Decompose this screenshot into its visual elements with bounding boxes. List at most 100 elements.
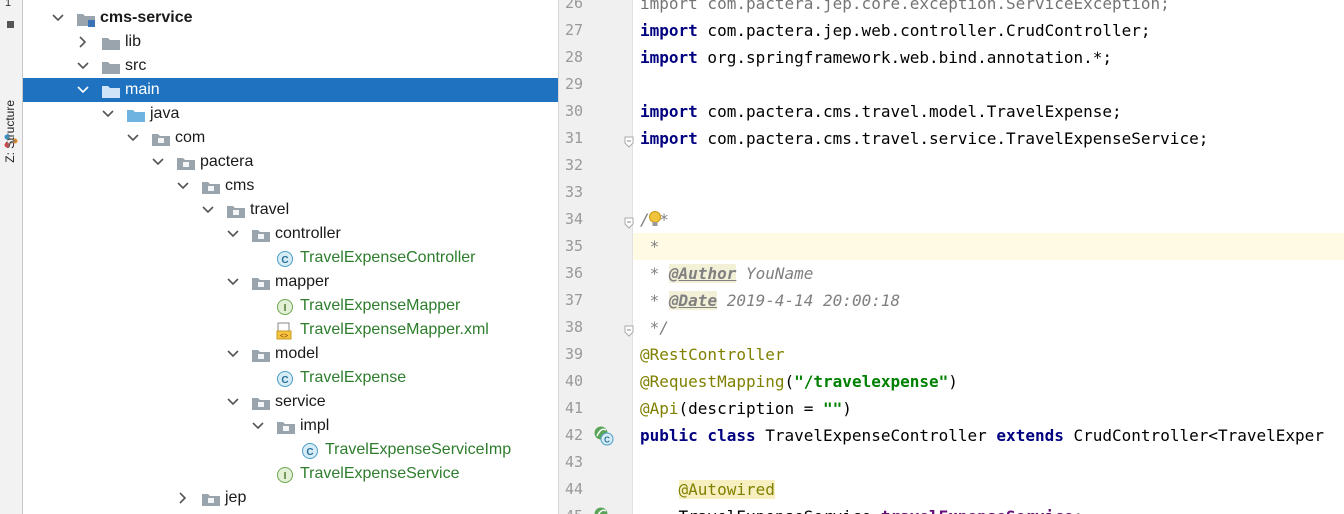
annotation: @Autowired — [678, 480, 775, 499]
tree-node-cms-service[interactable]: cms-service — [23, 6, 558, 30]
code-line[interactable]: * — [640, 233, 660, 260]
chevron-down-icon[interactable] — [199, 198, 215, 222]
code-text: org.springframework.web.bind.annotation.… — [697, 48, 1113, 67]
tree-node-lib[interactable]: lib — [23, 30, 558, 54]
tree-node-impl[interactable]: impl — [23, 414, 558, 438]
tree-node-label: main — [125, 81, 160, 98]
code-line[interactable]: */ — [640, 314, 669, 341]
interface-icon: I — [276, 294, 296, 318]
tree-node-travelexpenseserviceimp[interactable]: C TravelExpenseServiceImp — [23, 438, 558, 462]
project-tree: cms-service lib src main java com pactera cms tr… — [23, 0, 558, 514]
tree-node-main[interactable]: main — [23, 78, 558, 102]
line-number: 37 — [564, 291, 583, 309]
string-literal: "" — [823, 399, 843, 418]
tree-node-mapper[interactable]: mapper — [23, 270, 558, 294]
package-icon — [201, 486, 221, 510]
tree-node-jep[interactable]: jep — [23, 486, 558, 510]
chevron-down-icon[interactable] — [224, 342, 240, 366]
code-line[interactable]: import org.springframework.web.bind.anno… — [640, 44, 1112, 71]
chevron-down-icon[interactable] — [124, 126, 140, 150]
chevron-down-icon[interactable] — [99, 102, 115, 126]
tree-node-travelexpensecontroller[interactable]: C TravelExpenseController — [23, 246, 558, 270]
code-text: com.pactera.cms.travel.model.TravelExpen… — [697, 102, 1122, 121]
code-line[interactable]: * @Author YouName — [640, 260, 813, 287]
chevron-down-icon[interactable] — [224, 270, 240, 294]
tree-node-service[interactable]: service — [23, 390, 558, 414]
tree-node-label: src — [125, 57, 147, 74]
project-tab-label: 1 — [5, 0, 12, 9]
code-text: ( — [784, 372, 795, 391]
package-icon — [176, 150, 196, 174]
package-icon — [276, 414, 296, 438]
chevron-down-icon[interactable] — [149, 150, 165, 174]
chevron-down-icon[interactable] — [74, 54, 90, 78]
code-line[interactable]: import com.pactera.jep.web.controller.Cr… — [640, 17, 1151, 44]
line-number: 44 — [564, 480, 583, 498]
annotation: @RestController — [640, 345, 785, 364]
line-number: 33 — [564, 183, 583, 201]
tree-node-travelexpenseservice[interactable]: I TravelExpenseService — [23, 462, 558, 486]
tree-node-src[interactable]: src — [23, 54, 558, 78]
tree-node-cms[interactable]: cms — [23, 174, 558, 198]
tree-node-com[interactable]: com — [23, 126, 558, 150]
spring-bean-icon[interactable]: C — [593, 425, 615, 447]
keyword: import — [640, 48, 698, 67]
tree-node-travelexpense[interactable]: C TravelExpense — [23, 366, 558, 390]
code-editor[interactable]: 26 27 28 29 30 31 32 33 34 35 36 37 38 39 40 41 42 43 44 45… — [558, 0, 1344, 514]
line-number: 30 — [564, 102, 583, 120]
code-line[interactable]: * @Date 2019-4-14 20:00:18 — [640, 287, 900, 314]
code-line[interactable]: @Autowired — [640, 476, 775, 503]
fold-marker-icon[interactable] — [623, 214, 635, 229]
tree-node-java[interactable]: java — [23, 102, 558, 126]
code-line[interactable]: import com.pactera.cms.travel.model.Trav… — [640, 98, 1122, 125]
chevron-down-icon[interactable] — [224, 390, 240, 414]
keyword: import — [640, 102, 698, 121]
chevron-down-icon[interactable] — [49, 6, 65, 30]
project-tab-marker[interactable]: 1 — [5, 0, 16, 10]
code-line[interactable]: @RequestMapping("/travelexpense") — [640, 368, 958, 395]
line-number: 36 — [564, 264, 583, 282]
code-line[interactable]: import com.pactera.jep.core.exception.Se… — [640, 0, 1170, 17]
tree-node-travel[interactable]: travel — [23, 198, 558, 222]
folder-icon — [101, 78, 121, 102]
string-literal: "/travelexpense" — [794, 372, 949, 391]
svg-text:C: C — [281, 375, 288, 386]
code-line[interactable]: TravelExpenseService travelExpenseServic… — [640, 503, 1084, 514]
tree-node-label: model — [275, 345, 319, 362]
tree-node-label: impl — [300, 417, 330, 434]
code-line[interactable]: public class TravelExpenseController ext… — [640, 422, 1324, 449]
chevron-down-icon[interactable] — [174, 174, 190, 198]
chevron-down-icon[interactable] — [74, 78, 90, 102]
package-icon — [201, 174, 221, 198]
chevron-right-icon[interactable] — [174, 486, 190, 510]
code-text: import com.pactera.jep.core.exception.Se… — [640, 0, 1170, 13]
keyword: public class — [640, 426, 756, 445]
tree-node-model[interactable]: model — [23, 342, 558, 366]
fold-marker-icon[interactable] — [623, 133, 635, 148]
tree-node-pactera[interactable]: pactera — [23, 150, 558, 174]
tree-node-label: java — [150, 105, 180, 122]
code-line[interactable]: @RestController — [640, 341, 785, 368]
spring-bean-icon[interactable] — [593, 506, 615, 514]
chevron-down-icon[interactable] — [224, 222, 240, 246]
tree-node-controller[interactable]: controller — [23, 222, 558, 246]
code-text: ; — [1073, 507, 1083, 514]
code-text: com.pactera.jep.web.controller.CrudContr… — [697, 21, 1151, 40]
code-text: (description = — [678, 399, 824, 418]
tree-node-label: travel — [250, 201, 290, 218]
code-line[interactable]: @Api(description = "") — [640, 395, 852, 422]
line-number: 41 — [564, 399, 583, 417]
chevron-down-icon[interactable] — [249, 414, 265, 438]
lightbulb-icon[interactable] — [647, 210, 663, 228]
tree-node-travelexpensemapper-xml[interactable]: <> TravelExpenseMapper.xml — [23, 318, 558, 342]
fold-marker-icon[interactable] — [623, 322, 635, 337]
code-line[interactable]: import com.pactera.cms.travel.service.Tr… — [640, 125, 1208, 152]
package-icon — [251, 342, 271, 366]
chevron-right-icon[interactable] — [74, 30, 90, 54]
tree-node-travelexpensemapper[interactable]: I TravelExpenseMapper — [23, 294, 558, 318]
code-text: ) — [842, 399, 852, 418]
line-number: 29 — [564, 75, 583, 93]
tree-node-label: com — [175, 129, 206, 146]
tree-node-label: mapper — [275, 273, 330, 290]
